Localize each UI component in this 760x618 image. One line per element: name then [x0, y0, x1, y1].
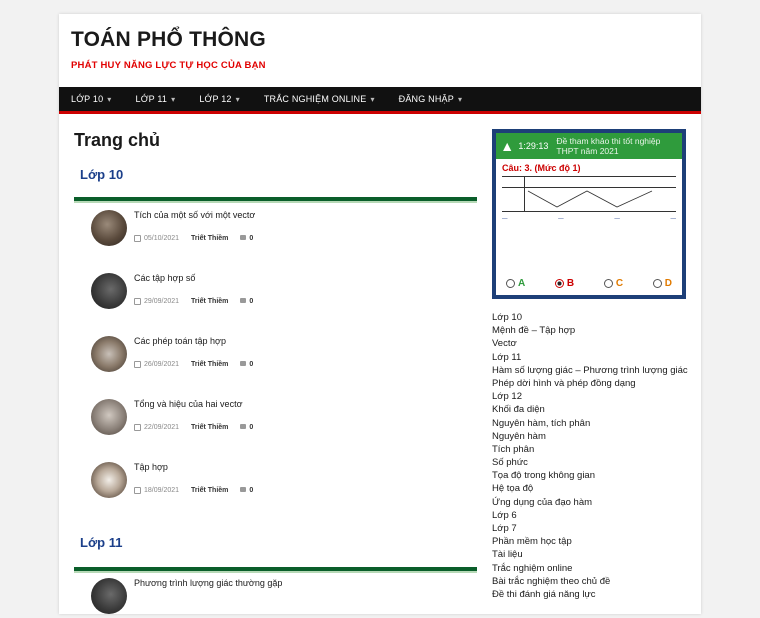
post-thumbnail[interactable]	[91, 336, 127, 372]
calendar-icon	[134, 424, 141, 431]
quiz-question-label: Câu: 3. (Mức độ 1)	[502, 163, 581, 173]
post-meta: 26/09/2021 Triết Thiềm 0	[134, 361, 253, 368]
chevron-down-icon: ▾	[457, 94, 463, 104]
page-title: Trang chủ	[74, 130, 161, 150]
sidebar-link[interactable]: Vectơ	[492, 337, 692, 350]
chevron-down-icon: ▾	[107, 94, 112, 104]
chevron-down-icon: ▾	[370, 94, 375, 104]
post-title[interactable]: Các phép toán tập hợp	[134, 336, 226, 346]
category-divider	[74, 197, 477, 203]
sidebar-link[interactable]: Bài trắc nghiệm theo chủ đề	[492, 575, 692, 588]
post-author[interactable]: Triết Thiềm	[191, 235, 228, 242]
quiz-option-b[interactable]: B	[554, 278, 574, 289]
post-meta: 22/09/2021 Triết Thiềm 0	[134, 424, 253, 431]
chevron-down-icon: ▾	[171, 94, 176, 104]
variation-curve	[527, 190, 653, 208]
quiz-option-a[interactable]: A	[506, 278, 525, 289]
sidebar-link[interactable]: Lớp 11	[492, 351, 692, 364]
comment-icon	[240, 424, 247, 429]
chevron-down-icon: ▾	[235, 94, 240, 104]
post-author[interactable]: Triết Thiềm	[191, 298, 228, 305]
post-title[interactable]: Tích của một số với một vectơ	[134, 210, 255, 220]
calendar-icon	[134, 298, 141, 305]
page: TOÁN PHỔ THÔNG PHÁT HUY NĂNG LỰC TỰ HỌC …	[59, 14, 701, 614]
comment-icon	[240, 298, 247, 303]
comment-icon	[240, 361, 247, 366]
variation-table-image	[502, 176, 676, 212]
category-title-lop-10[interactable]: Lớp 10	[80, 167, 123, 182]
comment-icon	[240, 235, 247, 240]
list-item[interactable]: Các phép toán tập hợp 26/09/2021 Triết T…	[91, 336, 471, 376]
post-title[interactable]: Các tập hợp số	[134, 273, 195, 283]
list-item[interactable]: Phương trình lượng giác thường gặp	[91, 578, 471, 618]
calendar-icon	[134, 235, 141, 242]
sidebar-link[interactable]: Tọa độ trong không gian	[492, 469, 692, 482]
sidebar-link[interactable]: Lớp 10	[492, 311, 692, 324]
category-divider	[74, 567, 477, 573]
nav-item-dang-nhap[interactable]: ĐĂNG NHẬP ▾	[387, 87, 475, 111]
sidebar-link[interactable]: Lớp 7	[492, 522, 692, 535]
upload-icon[interactable]: ▲	[496, 133, 518, 159]
quiz-answer-lines: — — — —	[502, 216, 676, 222]
sidebar-link[interactable]: Số phức	[492, 456, 692, 469]
sidebar-link[interactable]: Phép dời hình và phép đồng dạng	[492, 377, 692, 390]
post-author[interactable]: Triết Thiềm	[191, 361, 228, 368]
post-author[interactable]: Triết Thiềm	[191, 487, 228, 494]
post-meta: 05/10/2021 Triết Thiềm 0	[134, 235, 253, 242]
nav-item-lop-11[interactable]: LỚP 11 ▾	[124, 87, 188, 111]
quiz-options: A B C D	[506, 278, 672, 289]
post-thumbnail[interactable]	[91, 578, 127, 614]
radio-icon	[506, 279, 515, 288]
quiz-option-d[interactable]: D	[652, 278, 672, 289]
sidebar-category-list: Lớp 10 Mệnh đề – Tập hợp Vectơ Lớp 11 Hà…	[492, 311, 692, 601]
sidebar-link[interactable]: Ứng dụng của đạo hàm	[492, 496, 692, 509]
category-title-lop-11[interactable]: Lớp 11	[80, 535, 122, 550]
nav-item-lop-12[interactable]: LỚP 12 ▾	[187, 87, 252, 111]
main-nav: LỚP 10 ▾ LỚP 11 ▾ LỚP 12 ▾ TRẮC NGHIỆM ONLI…	[59, 87, 701, 114]
calendar-icon	[134, 487, 141, 494]
sidebar-link[interactable]: Tài liệu	[492, 548, 692, 561]
quiz-header: ▲ 1:29:13 Đề tham khảo thi tốt nghiệp TH…	[496, 133, 682, 159]
sidebar-link[interactable]: Trắc nghiệm online	[492, 562, 692, 575]
post-thumbnail[interactable]	[91, 273, 127, 309]
sidebar-link[interactable]: Tích phân	[492, 443, 692, 456]
list-item[interactable]: Các tập hợp số 29/09/2021 Triết Thiềm 0	[91, 273, 471, 313]
post-thumbnail[interactable]	[91, 210, 127, 246]
quiz-timer: 1:29:13	[518, 141, 549, 151]
sidebar-link[interactable]: Lớp 6	[492, 509, 692, 522]
sidebar-link[interactable]: Đề thi đánh giá năng lực	[492, 588, 692, 601]
radio-icon	[652, 279, 662, 288]
site-tagline: PHÁT HUY NĂNG LỰC TỰ HỌC CỦA BẠN	[71, 60, 266, 71]
sidebar-link[interactable]: Nguyên hàm	[492, 430, 692, 443]
list-item[interactable]: Tập hợp 18/09/2021 Triết Thiềm 0	[91, 462, 471, 502]
list-item[interactable]: Tích của một số với một vectơ 05/10/2021…	[91, 210, 471, 250]
nav-item-trac-nghiem[interactable]: TRẮC NGHIỆM ONLINE ▾	[252, 87, 387, 111]
list-item[interactable]: Tổng và hiệu của hai vectơ 22/09/2021 Tr…	[91, 399, 471, 439]
site-title[interactable]: TOÁN PHỔ THÔNG	[71, 28, 266, 52]
sidebar-link[interactable]: Lớp 12	[492, 390, 692, 403]
radio-selected-icon	[554, 279, 564, 288]
calendar-icon	[134, 361, 141, 368]
post-meta: 18/09/2021 Triết Thiềm 0	[134, 487, 253, 494]
post-meta: 29/09/2021 Triết Thiềm 0	[134, 298, 253, 305]
sidebar-link[interactable]: Nguyên hàm, tích phân	[492, 417, 692, 430]
comment-icon	[240, 487, 247, 492]
post-title[interactable]: Tổng và hiệu của hai vectơ	[134, 399, 242, 409]
nav-item-lop-10[interactable]: LỚP 10 ▾	[59, 87, 124, 111]
quiz-option-c[interactable]: C	[603, 278, 623, 289]
post-thumbnail[interactable]	[91, 399, 127, 435]
post-title[interactable]: Phương trình lượng giác thường gặp	[134, 578, 282, 588]
sidebar-link[interactable]: Hệ tọa độ	[492, 482, 692, 495]
sidebar-link[interactable]: Hàm số lượng giác – Phương trình lượng g…	[492, 364, 692, 377]
quiz-widget[interactable]: ▲ 1:29:13 Đề tham khảo thi tốt nghiệp TH…	[492, 129, 686, 299]
quiz-title: Đề tham khảo thi tốt nghiệp THPT năm 202…	[556, 136, 661, 156]
post-thumbnail[interactable]	[91, 462, 127, 498]
post-author[interactable]: Triết Thiềm	[191, 424, 228, 431]
radio-icon	[603, 279, 613, 288]
quiz-body: Câu: 3. (Mức độ 1) — — — — A B C D	[496, 159, 682, 295]
sidebar-link[interactable]: Khối đa diện	[492, 403, 692, 416]
post-title[interactable]: Tập hợp	[134, 462, 168, 472]
sidebar-link[interactable]: Phần mềm học tập	[492, 535, 692, 548]
sidebar-link[interactable]: Mệnh đề – Tập hợp	[492, 324, 692, 337]
